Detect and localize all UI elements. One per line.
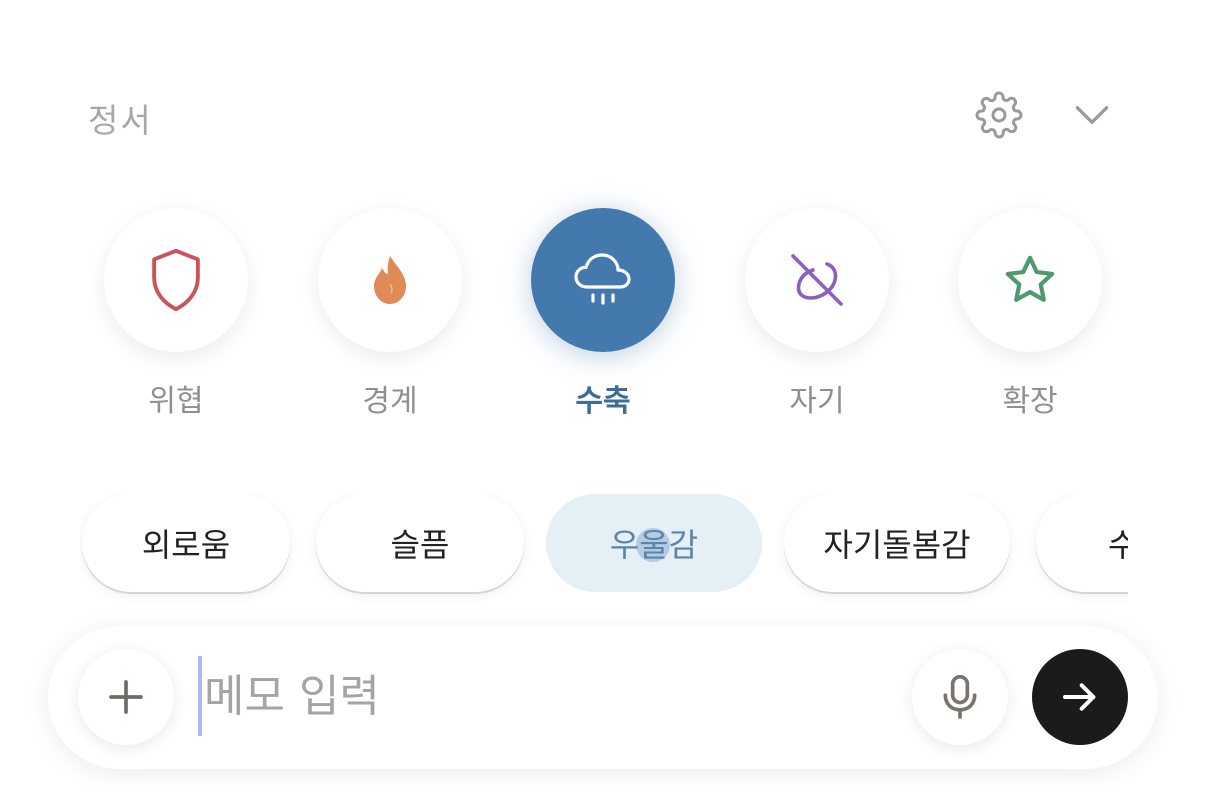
chip-depression[interactable]: 우울감	[546, 494, 762, 592]
microphone-icon	[943, 675, 977, 719]
chip-label: 수	[1108, 526, 1128, 564]
category-threat[interactable]: 위협	[104, 208, 248, 420]
category-label: 위협	[148, 384, 204, 419]
memo-input[interactable]	[198, 656, 904, 736]
flame-icon	[374, 256, 406, 304]
section-title: 정서	[88, 101, 153, 140]
category-circle[interactable]	[745, 208, 889, 352]
add-button[interactable]	[78, 649, 174, 745]
chip-label: 자기돌봄감	[823, 526, 971, 564]
category-contraction[interactable]: 수축	[531, 208, 675, 420]
category-label: 경계	[362, 384, 418, 419]
self-slash-icon	[791, 254, 843, 306]
rain-cloud-icon	[574, 253, 631, 305]
settings-button[interactable]	[971, 87, 1027, 143]
collapse-button[interactable]	[1064, 87, 1120, 143]
chip-label: 우울감	[609, 526, 699, 564]
category-circle[interactable]	[531, 208, 675, 352]
send-button[interactable]	[1032, 649, 1128, 745]
memo-input-bar	[48, 626, 1158, 769]
category-label: 확장	[1002, 384, 1058, 419]
star-icon	[1005, 255, 1055, 302]
plus-icon	[109, 680, 143, 714]
category-label: 수축	[575, 384, 631, 419]
chip-partial[interactable]: 수	[1036, 494, 1128, 592]
category-circle[interactable]	[104, 208, 248, 352]
chip-loneliness[interactable]: 외로움	[82, 494, 290, 592]
category-self[interactable]: 자기	[745, 208, 889, 420]
emotion-chip-list[interactable]: 외로움 슬픔 우울감 자기돌봄감 수	[80, 494, 1128, 604]
chevron-down-icon	[1075, 106, 1109, 124]
voice-button[interactable]	[912, 649, 1008, 745]
category-alert[interactable]: 경계	[318, 208, 462, 420]
chip-self-care[interactable]: 자기돌봄감	[784, 494, 1010, 592]
arrow-right-icon	[1063, 683, 1096, 711]
chip-label: 슬픔	[390, 526, 450, 564]
emotion-panel: 정서 위협 경계 수축 자기 확장 외로움 슬픔 우울감 자기돌봄감 수 메모 …	[0, 0, 1206, 793]
category-expansion[interactable]: 확장	[958, 208, 1102, 420]
category-circle[interactable]	[318, 208, 462, 352]
category-circle[interactable]	[958, 208, 1102, 352]
shield-icon	[152, 248, 200, 312]
chip-label: 외로움	[141, 526, 231, 564]
gear-icon	[975, 91, 1023, 139]
chip-sadness[interactable]: 슬픔	[316, 494, 524, 592]
category-label: 자기	[789, 384, 845, 419]
